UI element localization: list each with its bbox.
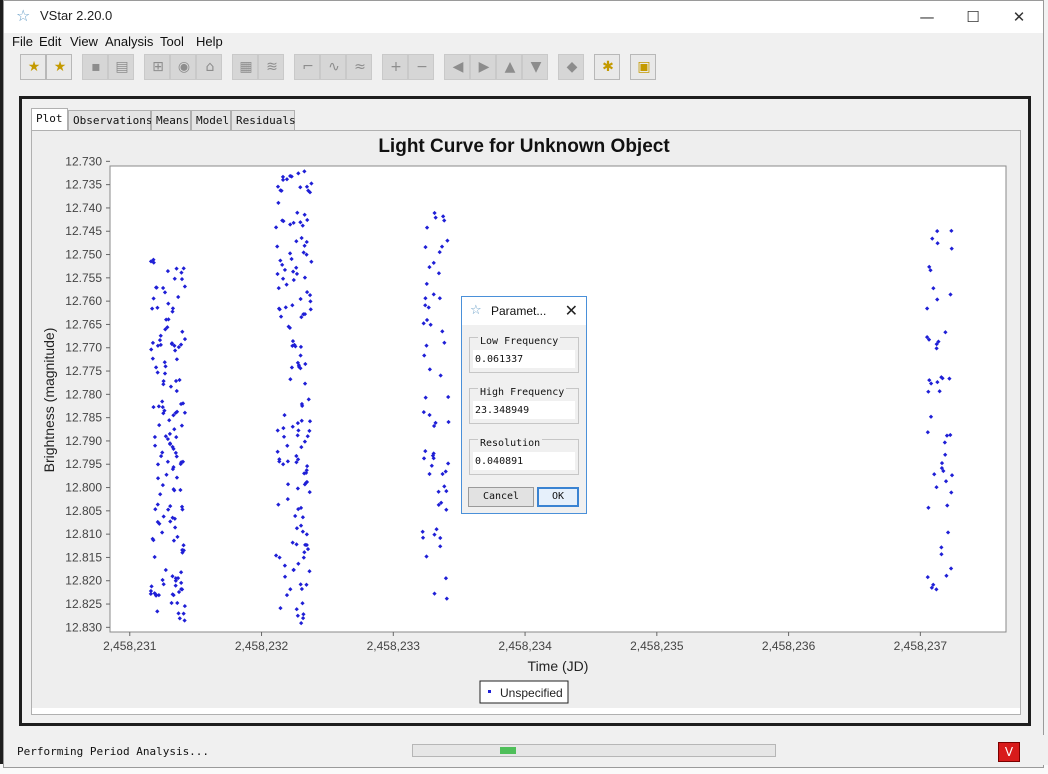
parameters-dialog: ☆ Paramet... ✕ Low Frequency High Freque… [461, 296, 587, 514]
dialog-title-bar: ☆ Paramet... ✕ [462, 297, 586, 325]
y-tick-label: 12.780 [65, 387, 102, 401]
y-tick-label: 12.810 [65, 527, 102, 541]
dialog-title: Paramet... [491, 304, 547, 318]
y-tick-label: 12.795 [65, 457, 102, 471]
y-tick-label: 12.765 [65, 317, 102, 331]
y-tick-label: 12.785 [65, 411, 102, 425]
x-tick-label: 2,458,235 [630, 639, 684, 653]
legend-label: Unspecified [500, 686, 563, 700]
resolution-group: Resolution [469, 438, 579, 475]
y-tick-label: 12.815 [65, 550, 102, 564]
x-tick-label: 2,458,231 [103, 639, 157, 653]
y-tick-label: 12.760 [65, 294, 102, 308]
y-tick-label: 12.775 [65, 364, 102, 378]
low-frequency-label: Low Frequency [478, 336, 561, 347]
y-tick-label: 12.735 [65, 178, 102, 192]
resolution-label: Resolution [478, 438, 543, 449]
x-tick-label: 2,458,237 [894, 639, 948, 653]
dialog-close-button[interactable]: ✕ [565, 301, 578, 320]
x-tick-label: 2,458,233 [367, 639, 421, 653]
y-tick-label: 12.805 [65, 504, 102, 518]
low-frequency-input[interactable] [473, 350, 575, 368]
chart-title: Light Curve for Unknown Object [378, 136, 670, 157]
x-tick-label: 2,458,232 [235, 639, 289, 653]
x-tick-label: 2,458,234 [498, 639, 552, 653]
y-axis-label: Brightness (magnitude) [41, 328, 57, 473]
y-tick-label: 12.770 [65, 341, 102, 355]
high-frequency-group: High Frequency [469, 387, 579, 424]
y-tick-label: 12.820 [65, 574, 102, 588]
y-tick-label: 12.740 [65, 201, 102, 215]
y-tick-label: 12.745 [65, 224, 102, 238]
y-tick-label: 12.755 [65, 271, 102, 285]
y-tick-label: 12.800 [65, 481, 102, 495]
x-axis-label: Time (JD) [528, 658, 589, 674]
y-tick-label: 12.750 [65, 248, 102, 262]
y-tick-label: 12.830 [65, 620, 102, 634]
resolution-input[interactable] [473, 452, 575, 470]
legend-marker [488, 690, 491, 693]
y-tick-label: 12.730 [65, 154, 102, 168]
x-tick-label: 2,458,236 [762, 639, 816, 653]
high-frequency-label: High Frequency [478, 387, 567, 398]
star-icon: ☆ [470, 303, 482, 318]
y-tick-label: 12.790 [65, 434, 102, 448]
ok-button[interactable]: OK [537, 487, 579, 507]
low-frequency-group: Low Frequency [469, 336, 579, 373]
cancel-button[interactable]: Cancel [468, 487, 534, 507]
high-frequency-input[interactable] [473, 401, 575, 419]
y-tick-label: 12.825 [65, 597, 102, 611]
